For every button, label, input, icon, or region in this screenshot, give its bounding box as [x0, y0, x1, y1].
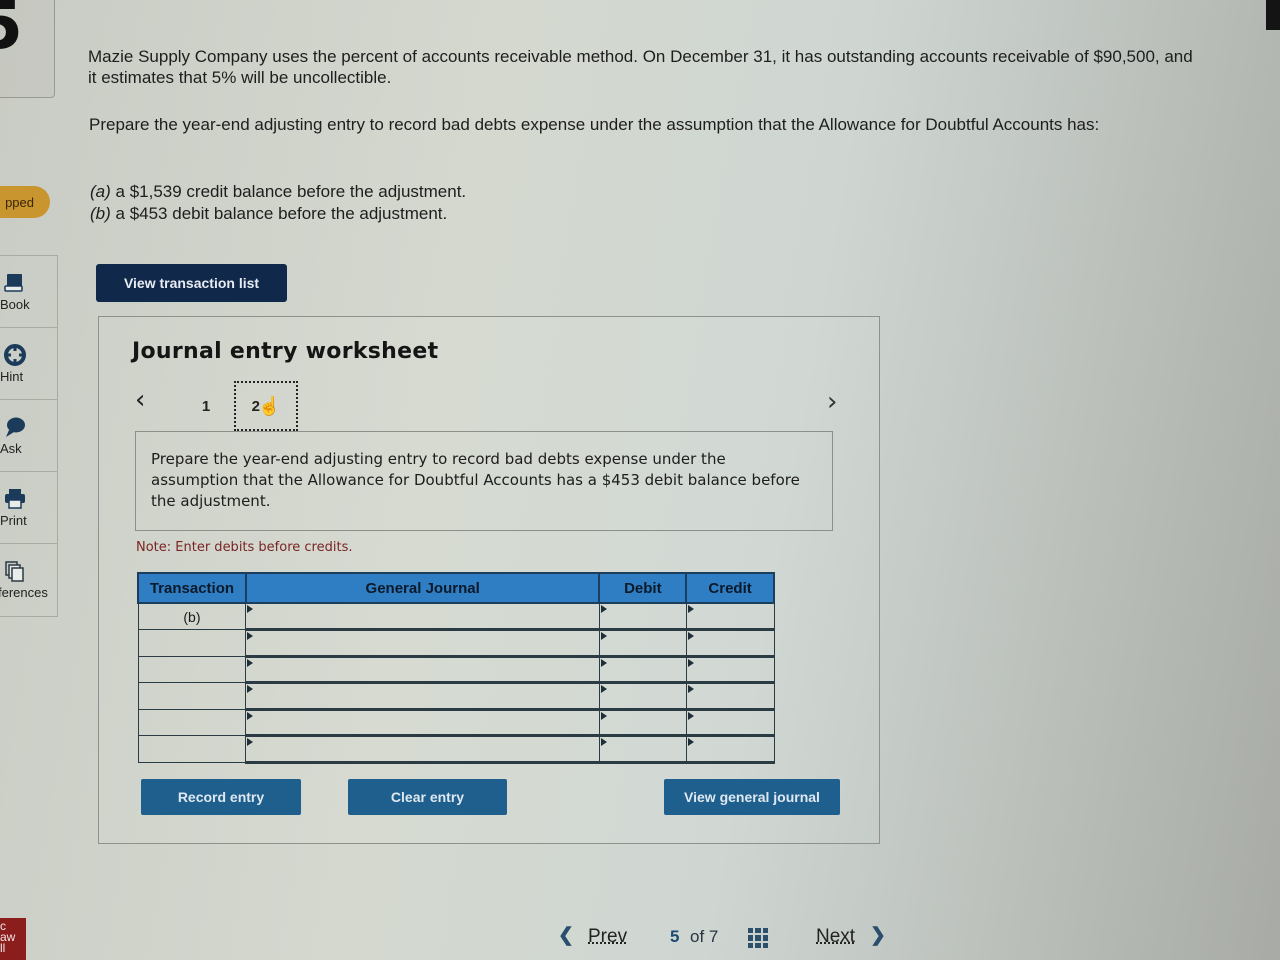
header-transaction: Transaction	[137, 572, 247, 604]
chat-bubble-icon	[6, 417, 25, 437]
transaction-cell	[137, 682, 247, 710]
worksheet-title: Journal entry worksheet	[132, 339, 439, 364]
chevron-right-icon[interactable]: ❯	[870, 924, 886, 947]
journal-header-row: Transaction General Journal Debit Credit	[137, 572, 775, 604]
part-a-text: a $1,539 credit balance before the adjus…	[115, 182, 467, 201]
worksheet-next-icon[interactable]: ›	[827, 387, 837, 417]
worksheet-tab-1-label: 1	[201, 397, 211, 415]
table-row	[137, 655, 775, 684]
status-badge: pped	[0, 186, 50, 218]
worksheet-note: Note: Enter debits before credits.	[136, 540, 353, 555]
general-journal-dropdown[interactable]	[245, 682, 600, 711]
transaction-cell	[137, 735, 247, 763]
debit-input[interactable]	[598, 629, 687, 658]
debit-input[interactable]	[598, 735, 687, 764]
question-part-b: (b) a $453 debit balance before the adju…	[90, 203, 466, 225]
toolbar-ask[interactable]: Ask	[0, 400, 57, 472]
credit-input[interactable]	[685, 602, 775, 631]
debit-input[interactable]	[598, 682, 687, 711]
question-parts: (a) a $1,539 credit balance before the a…	[90, 181, 466, 225]
prev-link[interactable]: Prev	[588, 926, 627, 948]
general-journal-dropdown[interactable]	[245, 629, 600, 658]
printer-icon	[5, 488, 25, 509]
toolbar-book-label: Book	[0, 296, 30, 312]
debit-input[interactable]	[598, 655, 687, 684]
grid-menu-icon[interactable]	[748, 928, 768, 948]
chevron-left-icon[interactable]: ❮	[558, 924, 574, 947]
toolbar-hint-label: Hint	[0, 368, 24, 384]
header-debit: Debit	[598, 572, 688, 604]
header-general-journal: General Journal	[244, 572, 601, 604]
table-row: (b)	[137, 602, 775, 631]
toolbar-print-label: Print	[0, 512, 27, 528]
header-credit: Credit	[685, 572, 775, 604]
view-general-journal-button[interactable]: View general journal	[664, 779, 840, 815]
transaction-cell	[137, 629, 247, 657]
general-journal-dropdown[interactable]	[245, 655, 600, 684]
debit-input[interactable]	[598, 708, 687, 737]
copy-pages-icon	[5, 561, 24, 582]
credit-input[interactable]	[685, 629, 775, 658]
credit-input[interactable]	[685, 682, 775, 711]
next-link[interactable]: Next	[816, 926, 855, 948]
general-journal-dropdown[interactable]	[245, 708, 600, 737]
worksheet-tab-2[interactable]: 2 ☝	[234, 381, 298, 431]
hand-cursor-icon: ☝	[257, 395, 281, 416]
screen-edge-block	[1266, 0, 1280, 30]
table-row	[137, 735, 775, 764]
question-pager: ❮ Prev 5 of 7 Next ❯	[556, 924, 896, 952]
record-entry-button[interactable]: Record entry	[141, 779, 301, 815]
transaction-cell	[137, 708, 247, 736]
lifebuoy-icon	[4, 343, 26, 366]
credit-input[interactable]	[685, 708, 775, 737]
credit-input[interactable]	[685, 655, 775, 684]
brand-badge-text: c aw ll	[0, 919, 16, 955]
part-a-label: (a)	[90, 182, 111, 201]
general-journal-dropdown[interactable]	[245, 602, 600, 631]
side-toolbar: Book Hint Ask Print ferences	[0, 255, 58, 617]
toolbar-references[interactable]: ferences	[0, 544, 57, 616]
view-transaction-list-button[interactable]: View transaction list	[96, 264, 287, 302]
toolbar-book[interactable]: Book	[0, 256, 57, 328]
worksheet-prev-icon[interactable]: ‹	[135, 385, 145, 415]
table-row	[137, 708, 775, 737]
toolbar-print[interactable]: Print	[0, 472, 57, 544]
question-part-a: (a) a $1,539 credit balance before the a…	[90, 181, 466, 203]
part-b-text: a $453 debit balance before the adjustme…	[115, 204, 448, 223]
worksheet-tab-1[interactable]: 1	[174, 381, 238, 431]
question-number: 5	[0, 0, 23, 64]
credit-input[interactable]	[685, 735, 775, 764]
transaction-cell	[137, 655, 247, 683]
clear-entry-button[interactable]: Clear entry	[348, 779, 507, 815]
toolbar-hint[interactable]: Hint	[0, 328, 57, 400]
part-b-label: (b)	[90, 204, 111, 223]
table-row	[137, 629, 775, 658]
brand-badge: c aw ll	[0, 918, 26, 960]
journal-entry-worksheet: Journal entry worksheet ‹ 1 2 ☝ › Prepar…	[98, 316, 880, 844]
journal-table: Transaction General Journal Debit Credit…	[137, 572, 775, 764]
book-icon	[4, 273, 23, 292]
question-intro: Mazie Supply Company uses the percent of…	[88, 47, 1193, 87]
debit-input[interactable]	[598, 602, 687, 631]
transaction-cell: (b)	[137, 602, 247, 630]
toolbar-ask-label: Ask	[0, 440, 22, 456]
question-prompt: Prepare the year-end adjusting entry to …	[89, 115, 1100, 134]
toolbar-references-label: ferences	[0, 585, 48, 600]
current-question: 5	[670, 927, 680, 946]
table-row	[137, 682, 775, 711]
question-number-box: 5	[0, 0, 55, 98]
general-journal-dropdown[interactable]	[245, 735, 600, 764]
question-total: of 7	[690, 927, 719, 946]
worksheet-instruction: Prepare the year-end adjusting entry to …	[135, 431, 833, 531]
